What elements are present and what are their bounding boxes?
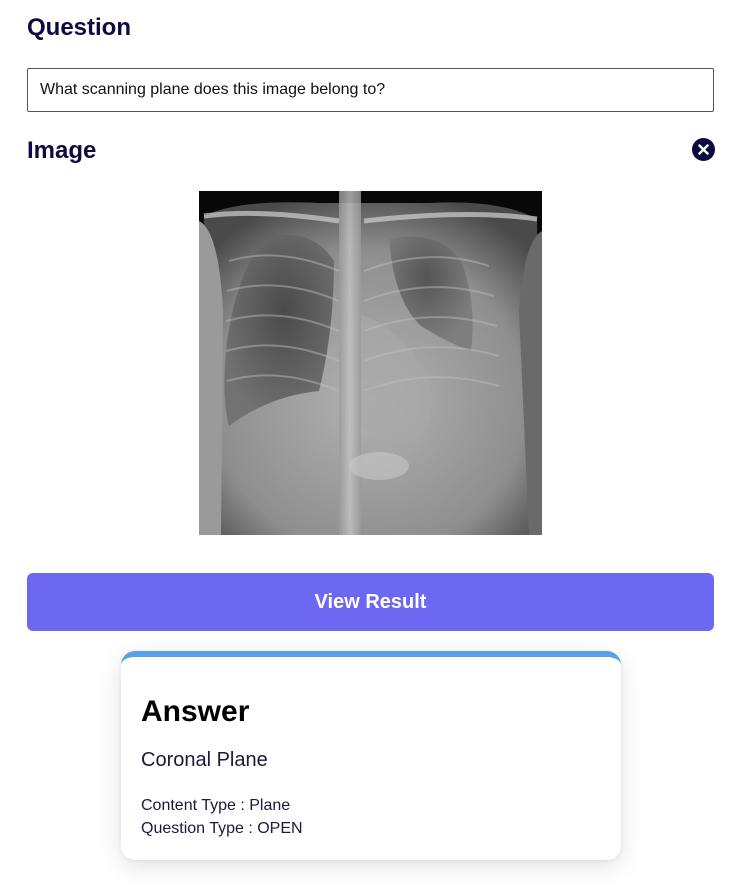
answer-heading: Answer [141,695,250,728]
answer-card: Answer Coronal Plane Content Type : Plan… [121,651,621,860]
answer-value: Coronal Plane [141,749,268,771]
image-heading: Image [27,137,97,164]
content-type-label: Content Type : Plane [141,797,291,814]
question-input[interactable] [27,68,714,112]
close-circle-icon [698,144,709,155]
question-type-label: Question Type : OPEN [141,820,303,837]
chest-xray-image [199,191,542,535]
view-result-button[interactable]: View Result [27,573,714,631]
remove-image-button[interactable] [692,138,715,161]
question-heading: Question [27,14,132,41]
uploaded-image [199,191,542,535]
